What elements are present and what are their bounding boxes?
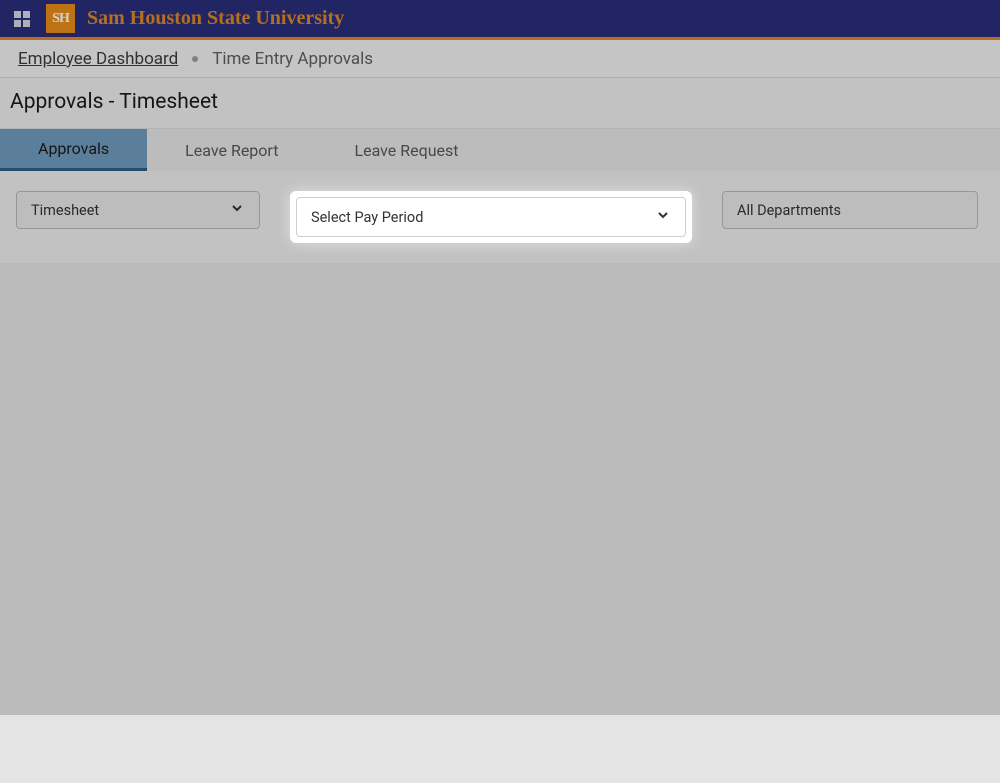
pay-period-highlight: Select Pay Period	[290, 191, 692, 243]
page-title: Approvals - Timesheet	[0, 78, 1000, 129]
pay-period-dropdown-label: Select Pay Period	[311, 209, 423, 226]
tab-leave-report[interactable]: Leave Report	[147, 129, 316, 171]
timesheet-dropdown[interactable]: Timesheet	[16, 191, 260, 229]
breadcrumb: Employee Dashboard Time Entry Approvals	[0, 40, 1000, 78]
content-area	[0, 263, 1000, 783]
pay-period-dropdown[interactable]: Select Pay Period	[296, 197, 686, 237]
breadcrumb-separator-icon	[192, 56, 198, 62]
departments-dropdown-label: All Departments	[737, 202, 841, 219]
departments-dropdown[interactable]: All Departments	[722, 191, 978, 229]
tab-approvals[interactable]: Approvals	[0, 129, 147, 171]
university-logo[interactable]: SH	[46, 4, 75, 33]
tab-leave-request[interactable]: Leave Request	[316, 129, 496, 171]
breadcrumb-current: Time Entry Approvals	[212, 49, 373, 69]
filter-row: Timesheet Select Pay Period All Departme…	[0, 171, 1000, 263]
top-banner: SH Sam Houston State University	[0, 0, 1000, 40]
apps-grid-icon[interactable]	[14, 11, 30, 27]
university-name: Sam Houston State University	[87, 7, 344, 30]
chevron-down-icon	[229, 200, 245, 220]
breadcrumb-home-link[interactable]: Employee Dashboard	[18, 49, 178, 69]
logo-text: SH	[52, 11, 69, 27]
chevron-down-icon	[655, 207, 671, 227]
timesheet-dropdown-label: Timesheet	[31, 202, 99, 219]
tabs-bar: Approvals Leave Report Leave Request	[0, 129, 1000, 171]
